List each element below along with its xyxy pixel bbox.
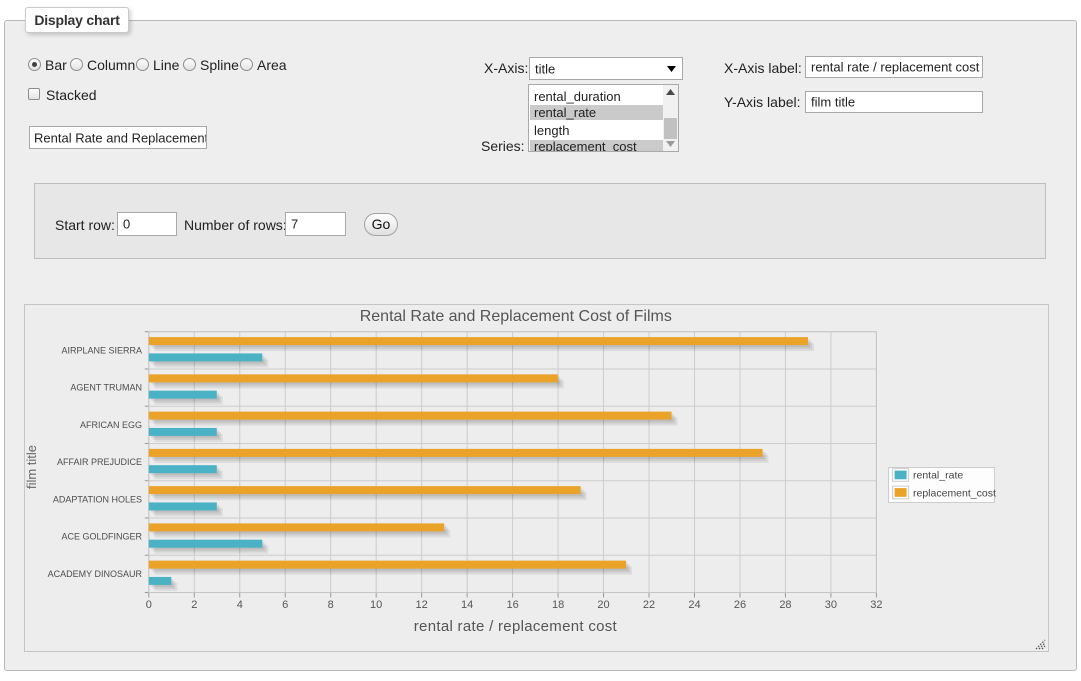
svg-text:14: 14 [461, 599, 473, 611]
svg-text:28: 28 [779, 599, 791, 611]
svg-text:ADAPTATION HOLES: ADAPTATION HOLES [53, 494, 142, 504]
svg-text:30: 30 [825, 599, 837, 611]
svg-text:18: 18 [552, 599, 564, 611]
svg-text:ACE GOLDFINGER: ACE GOLDFINGER [61, 532, 142, 542]
svg-text:rental_rate: rental_rate [913, 470, 963, 482]
svg-text:rental rate / replacement cost: rental rate / replacement cost [414, 618, 618, 635]
svg-text:Rental Rate and Replacement Co: Rental Rate and Replacement Cost of Film… [360, 308, 672, 325]
svg-text:film title: film title [24, 445, 39, 489]
svg-text:22: 22 [643, 599, 655, 611]
svg-text:24: 24 [688, 599, 700, 611]
svg-text:ACADEMY DINOSAUR: ACADEMY DINOSAUR [48, 569, 143, 579]
svg-text:0: 0 [146, 599, 152, 611]
svg-text:AFFAIR PREJUDICE: AFFAIR PREJUDICE [57, 457, 142, 467]
svg-text:10: 10 [370, 599, 382, 611]
svg-text:12: 12 [416, 599, 428, 611]
svg-text:8: 8 [328, 599, 334, 611]
svg-text:32: 32 [870, 599, 882, 611]
svg-text:AGENT TRUMAN: AGENT TRUMAN [70, 383, 142, 393]
svg-text:AIRPLANE SIERRA: AIRPLANE SIERRA [61, 345, 142, 355]
svg-text:4: 4 [237, 599, 243, 611]
svg-text:16: 16 [506, 599, 518, 611]
svg-text:replacement_cost: replacement_cost [913, 488, 996, 500]
svg-text:AFRICAN EGG: AFRICAN EGG [80, 420, 142, 430]
svg-text:2: 2 [191, 599, 197, 611]
svg-text:6: 6 [282, 599, 288, 611]
svg-text:20: 20 [597, 599, 609, 611]
svg-text:26: 26 [734, 599, 746, 611]
